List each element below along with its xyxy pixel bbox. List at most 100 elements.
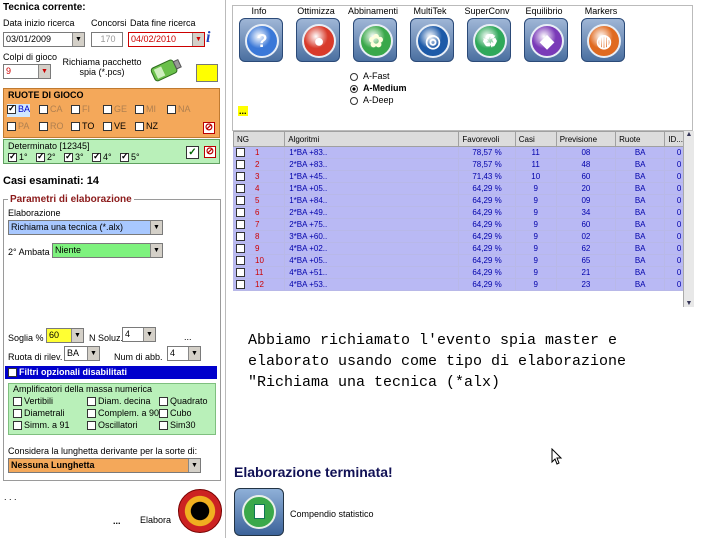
soglia-select[interactable]: 60 ▼ — [46, 328, 84, 343]
ruota-to[interactable]: TO — [71, 121, 94, 134]
toolbar-button-equilibrio[interactable]: ◆ — [524, 18, 568, 62]
column-header[interactable]: Algoritmi — [284, 131, 460, 147]
chevron-down-icon[interactable]: ▼ — [188, 347, 200, 360]
filtri-bar[interactable]: Filtri opzionali disabilitati — [5, 366, 217, 379]
determinato-5[interactable]: 5° — [120, 151, 140, 163]
table-row[interactable]: 7 2*BA +75.. 64,29 % 9 60 BA 0 — [232, 218, 694, 231]
elaborazione-select[interactable]: Richiama una tecnica (*.alx) ▼ — [8, 220, 163, 235]
compendio-button[interactable] — [234, 488, 284, 536]
ampl-checkbox[interactable] — [159, 397, 168, 407]
determinato-3[interactable]: 3° — [64, 151, 84, 163]
ruota-checkbox[interactable] — [7, 122, 16, 132]
ampl-item[interactable]: Sim30 — [159, 420, 196, 431]
data-fine-input[interactable]: 04/02/2010 ▼ — [128, 32, 205, 47]
check-all-button[interactable]: ✓ — [186, 146, 199, 159]
ruota-checkbox[interactable] — [71, 105, 80, 115]
column-header[interactable]: NG — [232, 131, 286, 147]
ruota-checkbox[interactable] — [39, 105, 48, 115]
table-row[interactable]: 11 4*BA +51.. 64,29 % 9 21 BA 0 — [232, 266, 694, 279]
ampl-checkbox[interactable] — [87, 409, 96, 419]
determinato-checkbox[interactable] — [36, 151, 45, 163]
nsoluz-select[interactable]: 4 ▼ — [122, 327, 156, 342]
row-checkbox[interactable] — [236, 160, 245, 170]
radio-button[interactable] — [350, 96, 358, 105]
ampl-checkbox[interactable] — [13, 397, 22, 407]
ruota-ca[interactable]: CA — [39, 104, 63, 117]
info-icon[interactable]: i — [206, 29, 218, 47]
toolbar-button-superconv[interactable]: ♻ — [467, 18, 511, 62]
chevron-down-icon[interactable]: ▼ — [71, 329, 83, 342]
table-row[interactable]: 8 3*BA +60.. 64,29 % 9 02 BA 0 — [232, 230, 694, 243]
ampl-checkbox[interactable] — [159, 409, 168, 419]
determinato-1[interactable]: 1° — [8, 151, 28, 163]
ruota-fi[interactable]: FI — [71, 104, 90, 117]
row-checkbox[interactable] — [236, 256, 245, 266]
ampl-checkbox[interactable] — [13, 421, 22, 431]
mode-option-a-fast[interactable]: A-Fast — [350, 70, 407, 82]
ruota-pa[interactable]: PA — [7, 121, 29, 134]
row-checkbox[interactable] — [236, 244, 245, 254]
data-inizio-input[interactable]: 03/01/2009 ▼ — [3, 32, 85, 47]
ampl-item[interactable]: Simm. a 91 — [13, 420, 70, 431]
row-checkbox[interactable] — [236, 172, 245, 182]
chevron-up-icon[interactable]: ▲ — [684, 131, 694, 138]
ampl-item[interactable]: Diam. decina — [87, 396, 151, 407]
determinato-4[interactable]: 4° — [92, 151, 112, 163]
ruota-checkbox[interactable] — [7, 103, 16, 115]
table-row[interactable]: 5 1*BA +84.. 64,29 % 9 09 BA 0 — [232, 194, 694, 207]
ruota-ge[interactable]: GE — [103, 104, 127, 117]
determinato-checkbox[interactable] — [8, 151, 17, 163]
determinato-checkbox[interactable] — [120, 151, 129, 163]
chevron-down-icon[interactable]: ▼ — [150, 244, 162, 257]
column-header[interactable]: Previsione — [555, 131, 617, 147]
filtri-checkbox[interactable] — [8, 368, 17, 378]
table-row[interactable]: 10 4*BA +05.. 64,29 % 9 65 BA 0 — [232, 254, 694, 267]
clear-ruote-button[interactable]: ⊘ — [203, 122, 215, 134]
table-scrollbar[interactable]: ▲ ▼ — [683, 131, 694, 307]
ruota-ba[interactable]: BA — [7, 103, 31, 117]
ruota-checkbox[interactable] — [39, 122, 48, 132]
ampl-item[interactable]: Oscillatori — [87, 420, 138, 431]
concorsi-field[interactable]: 170 — [91, 32, 123, 47]
colpi-select[interactable]: 9 ▼ — [3, 64, 51, 79]
toolbar-button-multitek[interactable]: ◎ — [410, 18, 454, 62]
table-row[interactable]: 2 2*BA +83.. 78,57 % 11 48 BA 0 — [232, 158, 694, 171]
ampl-item[interactable]: Diametrali — [13, 408, 65, 419]
lunghetta-select[interactable]: Nessuna Lunghetta ▼ — [8, 458, 201, 473]
ampl-checkbox[interactable] — [87, 397, 96, 407]
chevron-down-icon[interactable]: ▼ — [684, 300, 694, 307]
ruota-mi[interactable]: MI — [135, 104, 156, 117]
table-row[interactable]: 1 1*BA +83.. 78,57 % 11 08 BA 0 — [232, 146, 694, 159]
ruota-rilev-select[interactable]: BA ▼ — [64, 346, 100, 361]
table-row[interactable]: 9 4*BA +02.. 64,29 % 9 62 BA 0 — [232, 242, 694, 255]
row-checkbox[interactable] — [236, 184, 245, 194]
radio-button[interactable] — [350, 72, 358, 81]
ampl-item[interactable]: Cubo — [159, 408, 192, 419]
ampl-item[interactable]: Quadrato — [159, 396, 208, 407]
row-checkbox[interactable] — [236, 220, 245, 230]
toolbar-button-info[interactable]: ? — [239, 18, 283, 62]
chevron-down-icon[interactable]: ▼ — [150, 221, 162, 234]
row-checkbox[interactable] — [236, 196, 245, 206]
row-checkbox[interactable] — [236, 280, 245, 290]
ruota-checkbox[interactable] — [135, 105, 144, 115]
ruota-checkbox[interactable] — [103, 105, 112, 115]
chevron-down-icon[interactable]: ▼ — [143, 328, 155, 341]
chevron-down-icon[interactable]: ▼ — [38, 65, 50, 78]
chevron-down-icon[interactable]: ▼ — [192, 33, 204, 46]
column-header[interactable]: Favorevoli — [458, 131, 516, 147]
mode-option-a-deep[interactable]: A-Deep — [350, 94, 407, 106]
ruota-checkbox[interactable] — [103, 122, 112, 132]
ampl-item[interactable]: Complem. a 90 — [87, 408, 159, 419]
ambata-select[interactable]: Niente ▼ — [52, 243, 163, 258]
ampl-checkbox[interactable] — [87, 421, 96, 431]
row-checkbox[interactable] — [236, 232, 245, 242]
chevron-down-icon[interactable]: ▼ — [87, 347, 99, 360]
table-row[interactable]: 4 1*BA +05.. 64,29 % 9 20 BA 0 — [232, 182, 694, 195]
table-row[interactable]: 6 2*BA +49.. 64,29 % 9 34 BA 0 — [232, 206, 694, 219]
determinato-2[interactable]: 2° — [36, 151, 56, 163]
row-checkbox[interactable] — [236, 148, 245, 158]
toolbar-button-ottimizza[interactable]: ● — [296, 18, 340, 62]
table-row[interactable]: 3 1*BA +45.. 71,43 % 10 60 BA 0 — [232, 170, 694, 183]
row-checkbox[interactable] — [236, 208, 245, 218]
